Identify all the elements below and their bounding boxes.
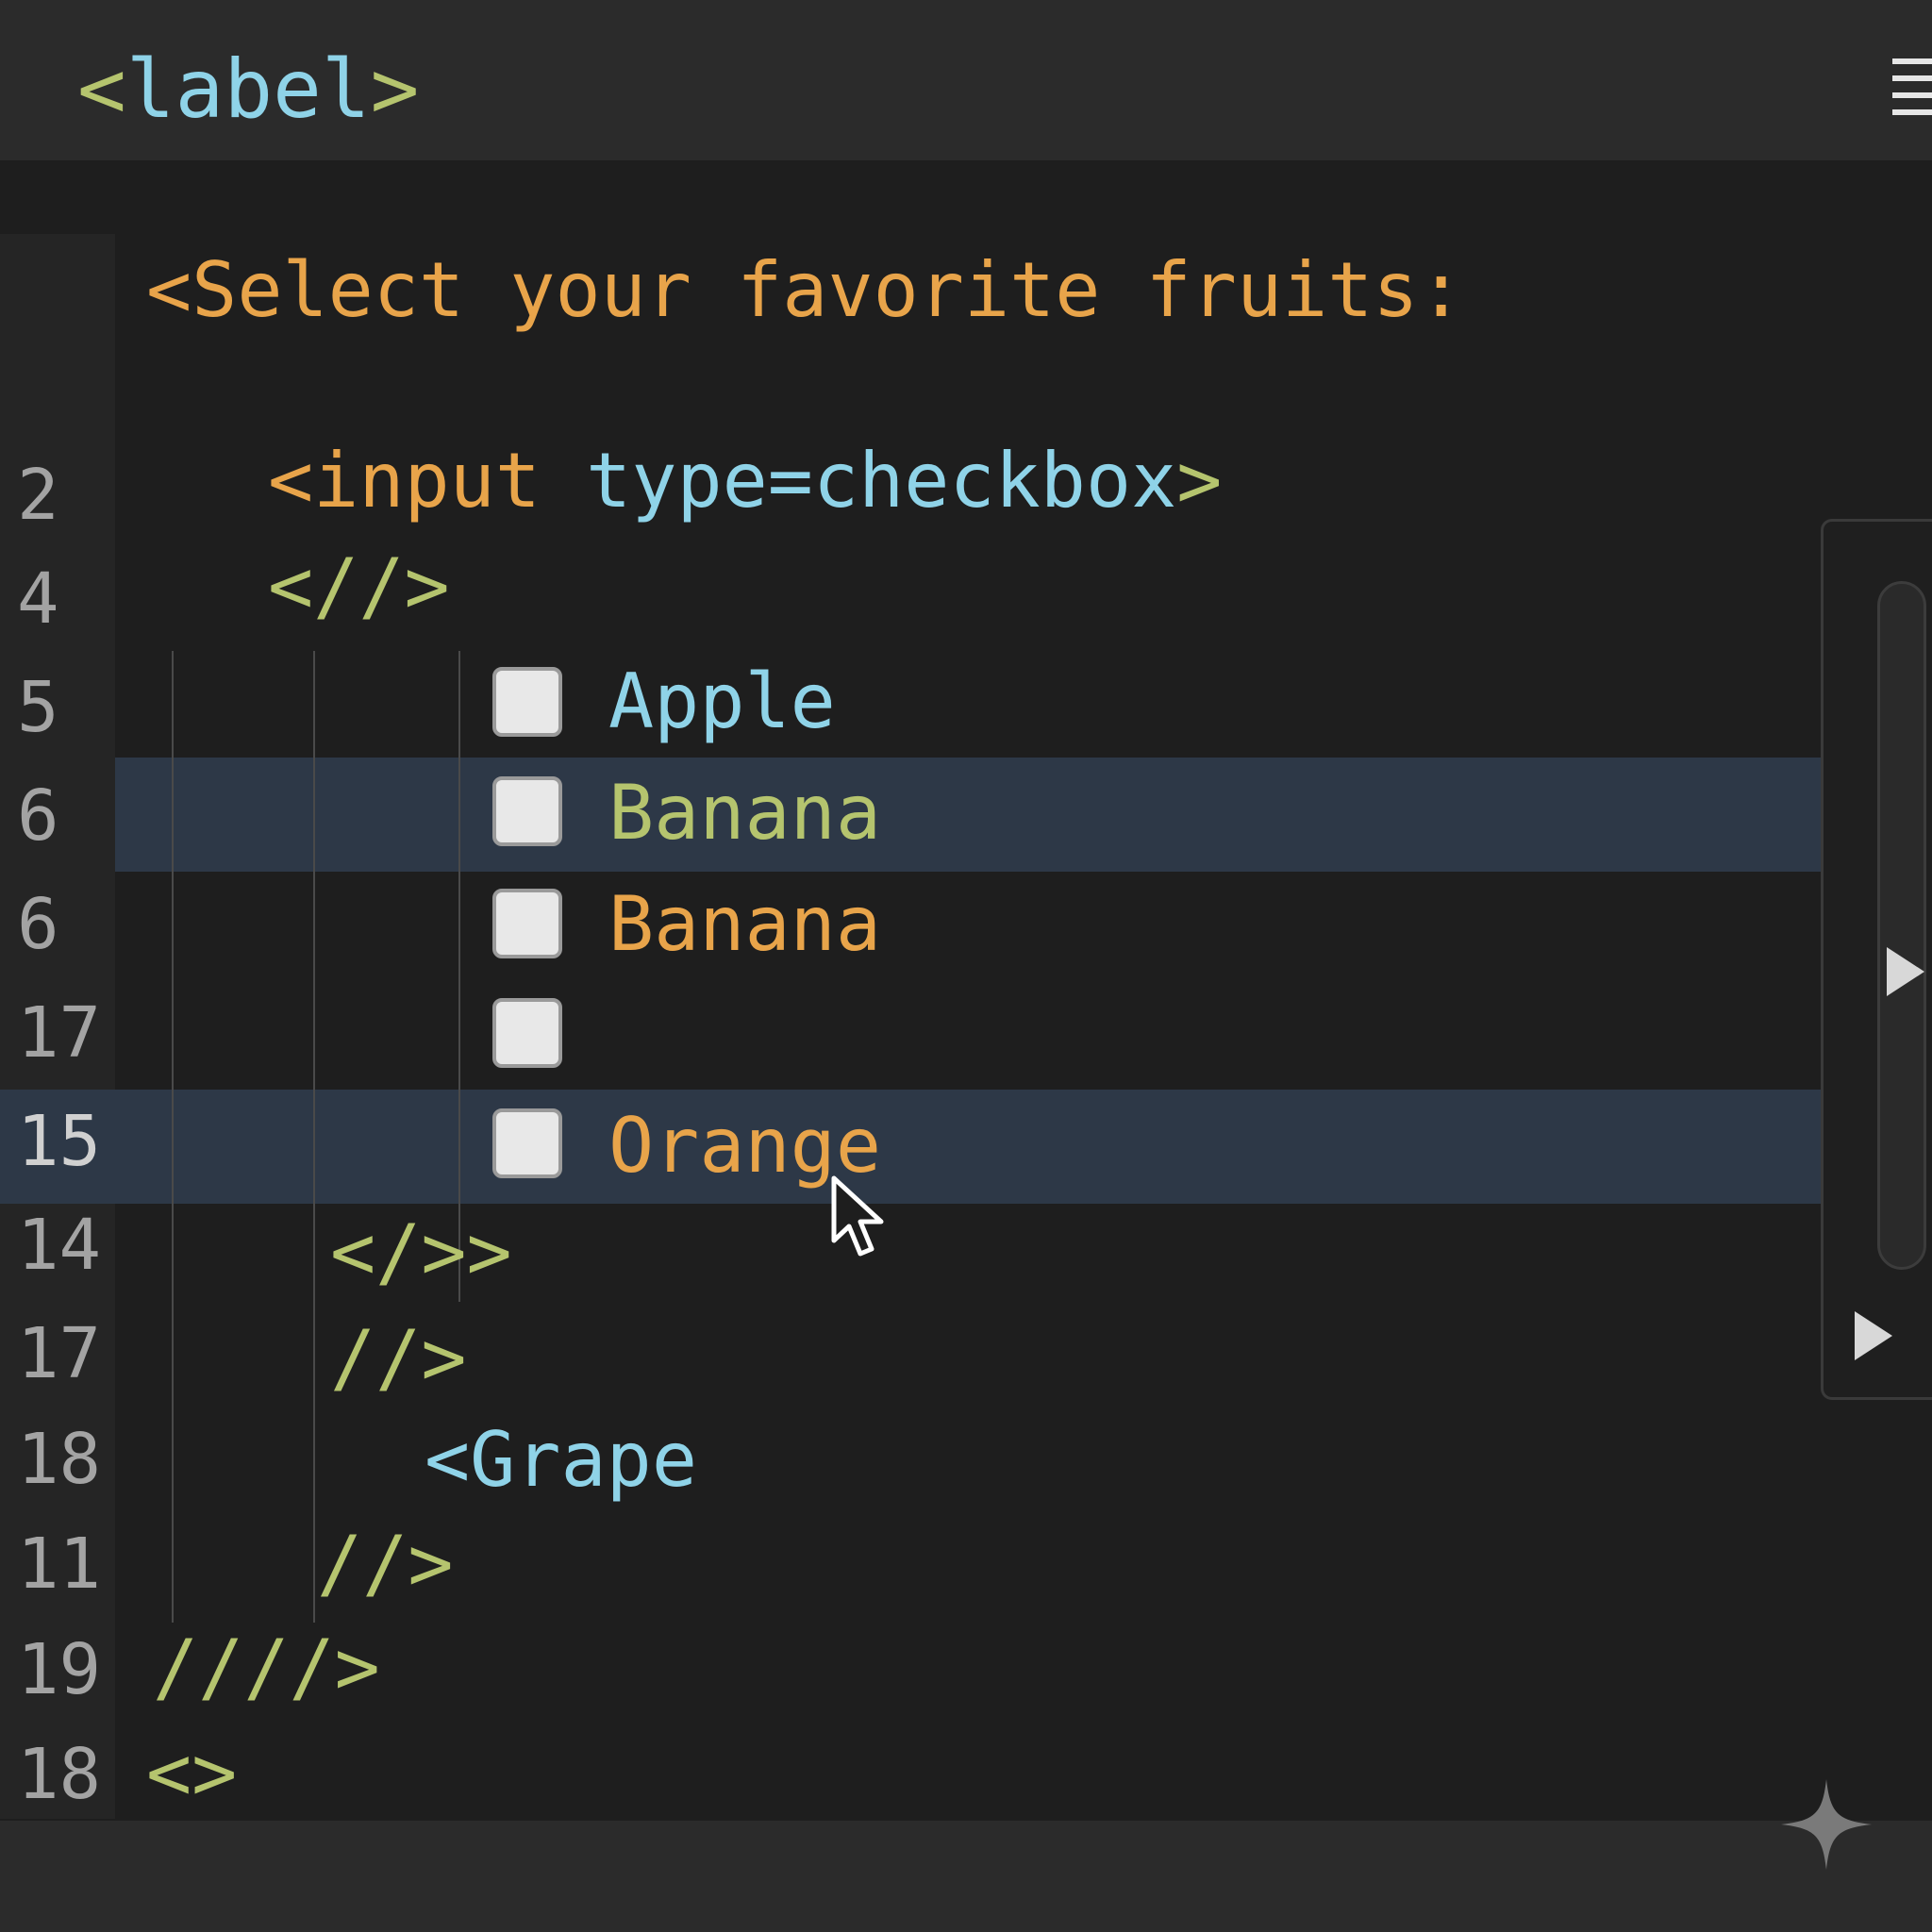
checkbox-banana[interactable]: [492, 776, 562, 846]
title-close-bracket: >: [370, 42, 420, 137]
line-highlight-banana: [115, 758, 1877, 872]
checkbox-label-apple: Apple: [608, 658, 836, 745]
status-bar: [0, 1821, 1932, 1932]
code-line[interactable]: <>: [146, 1717, 237, 1830]
play-arrow-icon[interactable]: [1855, 1311, 1892, 1360]
title-open-bracket: <: [77, 42, 126, 137]
code-token-bracket: >: [1176, 437, 1223, 525]
checkbox-apple[interactable]: [492, 667, 562, 737]
line-number: 2: [17, 455, 59, 536]
title-bar: <label>: [0, 0, 1932, 160]
line-number: 14: [17, 1205, 102, 1286]
line-highlight-orange: [0, 1090, 1877, 1204]
code-token-tag: <input: [268, 437, 541, 525]
hamburger-menu-icon[interactable]: [1892, 58, 1932, 117]
line-number: 18: [17, 1419, 102, 1500]
sparkle-icon[interactable]: [1779, 1777, 1874, 1872]
tab-title[interactable]: <label>: [77, 38, 419, 142]
line-number: 5: [17, 667, 59, 748]
mouse-cursor-icon: [831, 1175, 884, 1257]
code-line[interactable]: //>: [330, 1302, 467, 1415]
code-line-grape[interactable]: <Grape: [425, 1404, 697, 1517]
title-word: label: [125, 42, 371, 137]
code-line[interactable]: //>: [317, 1507, 454, 1621]
checkbox-label-banana-2: Banana: [608, 880, 881, 968]
checkbox-empty[interactable]: [492, 998, 562, 1068]
code-line-input[interactable]: <input type=checkbox>: [268, 425, 1222, 538]
checkbox-orange[interactable]: [492, 1108, 562, 1178]
line-number: 15: [17, 1101, 102, 1182]
line-number: 17: [17, 1313, 102, 1394]
scrollbar[interactable]: [1877, 581, 1926, 1270]
line-number: 6: [17, 775, 59, 857]
code-line[interactable]: ////>: [153, 1611, 380, 1724]
code-line[interactable]: </>>: [330, 1196, 512, 1309]
line-number: 18: [17, 1734, 102, 1815]
checkbox-label-banana: Banana: [608, 769, 881, 857]
play-arrow-icon[interactable]: [1887, 947, 1924, 996]
indent-guide: [313, 651, 315, 1623]
line-number: 17: [17, 992, 102, 1074]
line-number: 19: [17, 1629, 102, 1710]
code-heading-line[interactable]: <Select your favorite fruits:: [146, 234, 1464, 347]
code-line[interactable]: <//>: [268, 530, 450, 643]
indent-guide: [172, 651, 174, 1623]
code-token-attr: type=checkbox: [540, 437, 1177, 525]
checkbox-banana-2[interactable]: [492, 889, 562, 958]
line-number: 11: [17, 1524, 102, 1605]
line-number: 4: [17, 558, 59, 640]
line-number: 6: [17, 884, 59, 965]
